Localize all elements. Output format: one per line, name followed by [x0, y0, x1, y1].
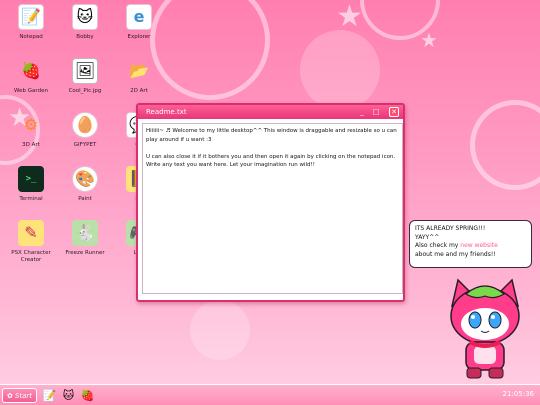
desktop-icon-paint[interactable]: 🎨 Paint	[57, 166, 113, 203]
desktop-icon-label: Paint	[78, 196, 92, 202]
desktop-icon-label: Notepad	[19, 34, 43, 40]
mascot-foot-right	[488, 367, 504, 379]
mascot-eye-left	[468, 311, 482, 329]
desktop-icon-label: PSX Character Creator	[11, 250, 51, 263]
speech-bubble: ITS ALREADY SPRING!!! YAYY^^ Also check …	[409, 220, 532, 268]
desktop-icon-label: Bobby	[76, 34, 94, 40]
desktop-icon-freeze-runner[interactable]: 🐇 Freeze Runner	[57, 220, 113, 257]
blender-icon: ⚙	[23, 115, 39, 134]
start-label: Start	[14, 391, 32, 400]
desktop-icon-label: 3D Art	[22, 142, 40, 148]
cat-face-icon: 🐱	[72, 4, 98, 30]
desktop-icon-psx-character-creator[interactable]: ✎ PSX Character Creator	[3, 220, 59, 264]
wallpaper-star: ★	[420, 28, 438, 52]
mascot-foot-left	[466, 367, 482, 379]
mascot-belly	[474, 346, 496, 364]
desktop-icon-label: Web Garden	[14, 88, 48, 94]
bubble-line: ITS ALREADY SPRING!!!	[415, 225, 486, 232]
taskbar: ✿ Start 📝 🐱 🍓 21:05:36	[0, 384, 540, 405]
terminal-icon: >_	[18, 166, 44, 192]
maximize-button[interactable]: □	[371, 107, 381, 117]
mascot-eye-shine	[471, 315, 475, 319]
readme-window[interactable]: Readme.txt _ □ ✕ Hiiiiii~ ♬ Welcome to m…	[136, 103, 405, 302]
close-button[interactable]: ✕	[389, 107, 399, 117]
readme-textarea[interactable]: Hiiiiii~ ♬ Welcome to my little desktop^…	[142, 123, 403, 294]
desktop-icon-label: Explorer	[127, 34, 151, 40]
desktop-icon-label: Cool_Pic.jpg	[68, 88, 102, 94]
window-titlebar[interactable]: Readme.txt _ □ ✕	[138, 105, 403, 119]
wallpaper-star: ★	[336, 0, 363, 34]
wallpaper-dot	[300, 30, 380, 110]
start-button[interactable]: ✿ Start	[2, 388, 37, 403]
taskbar-notepad-icon[interactable]: 📝	[42, 388, 57, 403]
wallpaper-ring	[150, 0, 270, 100]
new-website-link[interactable]: new website	[460, 242, 498, 249]
desktop-icon-web-garden[interactable]: 🍓 Web Garden	[3, 58, 59, 95]
bubble-text: Also check my	[415, 242, 461, 250]
desktop-icon-2d-art[interactable]: 📂 2D Art	[111, 58, 167, 95]
desktop-icon-label: Freeze Runner	[65, 250, 105, 256]
start-flower-icon: ✿	[7, 391, 13, 400]
mascot-eye-right	[488, 311, 502, 329]
taskbar-clock: 21:05:36	[502, 390, 534, 398]
window-title: Readme.txt	[146, 108, 187, 116]
mascot-character[interactable]	[444, 276, 526, 384]
mascot-eye-shine	[491, 315, 495, 319]
game-bunny-icon: 🐇	[72, 220, 98, 246]
desktop-icon-notepad[interactable]: 📝 Notepad	[3, 4, 59, 41]
wallpaper-ring	[470, 100, 540, 190]
desktop-icon-gifypet[interactable]: 🥚 GIFYPET	[57, 112, 113, 149]
browser-e-icon: e	[126, 4, 152, 30]
wallpaper-dot	[190, 300, 250, 360]
desktop-icon-label: 2D Art	[130, 88, 148, 94]
mascot-leaf-hat	[464, 285, 506, 299]
taskbar-strawberry-icon[interactable]: 🍓	[80, 388, 95, 403]
folder-icon: 📂	[129, 61, 149, 80]
desktop-icon-terminal[interactable]: >_ Terminal	[3, 166, 59, 203]
strawberry-icon: 🍓	[21, 61, 41, 80]
taskbar-cat-icon[interactable]: 🐱	[61, 388, 76, 403]
bubble-line: Also check my new website	[415, 242, 526, 251]
bubble-line: about me and my friends!!	[415, 251, 496, 259]
bubble-line: YAYY^^	[415, 233, 440, 241]
desktop-icon-cool-pic[interactable]: 🖼 Cool_Pic.jpg	[57, 58, 113, 95]
desktop-icon-label: Terminal	[19, 196, 43, 202]
desktop-icon-explorer[interactable]: e Explorer	[111, 4, 167, 41]
desktop-icon-bobby[interactable]: 🐱 Bobby	[57, 4, 113, 41]
minimize-button[interactable]: _	[357, 107, 367, 117]
tamagotchi-icon: 🥚	[72, 112, 98, 138]
character-creator-icon: ✎	[18, 220, 44, 246]
image-file-icon: 🖼	[72, 58, 98, 84]
mascot-face	[461, 308, 509, 340]
notepad-icon: 📝	[18, 4, 44, 30]
paint-palette-icon: 🎨	[72, 166, 98, 192]
desktop-icon-label: GIFYPET	[73, 142, 97, 148]
desktop-icon-3d-art[interactable]: ⚙ 3D Art	[3, 112, 59, 149]
